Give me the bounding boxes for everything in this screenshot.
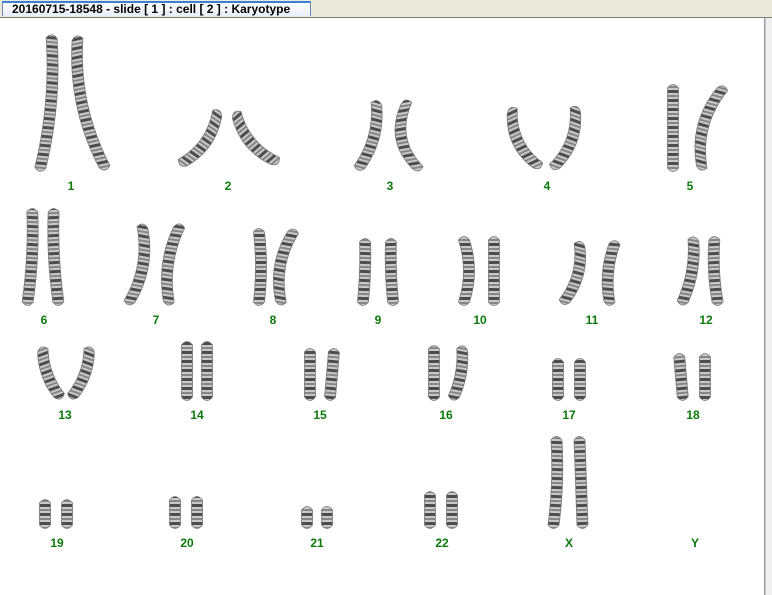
chromosome-12-a[interactable]	[676, 236, 704, 307]
chromosome-13-b[interactable]	[66, 345, 99, 402]
chromosome-8-a[interactable]	[253, 228, 267, 306]
chromosome-label-15: 15	[313, 408, 327, 422]
chromosome-17-a[interactable]	[552, 358, 564, 401]
chromosome-layer	[21, 34, 729, 529]
chromosome-label-7: 7	[152, 313, 160, 327]
chromosome-label-x: X	[564, 536, 573, 550]
chromosome-12-b[interactable]	[707, 236, 724, 306]
chromosome-17-b[interactable]	[574, 358, 586, 401]
chromosome-19-a[interactable]	[39, 499, 51, 529]
chromosome-4-a[interactable]	[499, 105, 545, 174]
chromosome-label-5: 5	[686, 179, 694, 193]
chromosome-7-b[interactable]	[157, 222, 186, 306]
karyotype-tab[interactable]: 20160715-18548 - slide [ 1 ] : cell [ 2 …	[2, 1, 311, 16]
chromosome-label-22: 22	[435, 536, 449, 550]
chromosome-21-b[interactable]	[321, 506, 333, 529]
chromosome-20-b[interactable]	[191, 496, 203, 529]
chromosome-label-12: 12	[699, 313, 713, 327]
chromosome-3-a[interactable]	[353, 99, 388, 173]
chromosome-16-b[interactable]	[447, 345, 471, 402]
chromosome-label-9: 9	[374, 313, 382, 327]
chromosome-label-18: 18	[686, 408, 700, 422]
chromosome-21-a[interactable]	[301, 506, 313, 529]
chromosome-15-a[interactable]	[304, 348, 316, 401]
chromosome-19-b[interactable]	[61, 499, 73, 529]
karyogram-canvas	[21, 34, 729, 529]
chromosome-16-a[interactable]	[428, 345, 440, 401]
chromosome-label-14: 14	[190, 408, 204, 422]
chromosome-label-13: 13	[58, 408, 72, 422]
chromosome-14-a[interactable]	[181, 341, 193, 401]
chromosome-1-b[interactable]	[63, 35, 111, 173]
chromosome-label-17: 17	[562, 408, 576, 422]
chromosome-label-16: 16	[439, 408, 453, 422]
vertical-scrollbar[interactable]	[765, 18, 772, 595]
chromosome-6-b[interactable]	[46, 208, 65, 306]
chromosome-22-b[interactable]	[446, 491, 458, 529]
chromosome-20-a[interactable]	[169, 496, 181, 529]
chromosome-18-a[interactable]	[673, 353, 689, 401]
chromosome-10-a[interactable]	[458, 236, 475, 306]
chromosome-9-b[interactable]	[384, 238, 399, 306]
chromosome-4-b[interactable]	[548, 105, 588, 174]
chromosome-14-b[interactable]	[201, 341, 213, 401]
chromosome-18-b[interactable]	[699, 353, 711, 401]
karyotype-panel: 1 2 3 4 5 6 7 8 9 10 11 12 13 14 15 16 17 18 19 20 21 22 X Y	[0, 18, 765, 595]
chromosome-7-a[interactable]	[123, 223, 155, 307]
chromosome-label-6: 6	[40, 313, 48, 327]
chromosome-label-4: 4	[543, 179, 551, 193]
chromosome-label-3: 3	[386, 179, 394, 193]
chromosome-11-a[interactable]	[558, 240, 591, 307]
chromosome-label-8: 8	[269, 313, 277, 327]
chromosome-label-20: 20	[180, 536, 194, 550]
chromosome-10-b[interactable]	[488, 236, 500, 306]
chromosome-label-19: 19	[50, 536, 64, 550]
chromosome-label-2: 2	[224, 179, 232, 193]
chromosome-3-b[interactable]	[389, 99, 424, 174]
chromosome-15-b[interactable]	[324, 348, 340, 401]
chromosome-label-21: 21	[310, 536, 324, 550]
chromosome-13-a[interactable]	[33, 345, 66, 402]
chromosome-label-10: 10	[473, 313, 487, 327]
chromosome-label-11: 11	[585, 313, 599, 327]
chromosome-6-a[interactable]	[21, 208, 40, 306]
chromosome-9-a[interactable]	[357, 238, 372, 306]
chromosome-2-b[interactable]	[225, 109, 282, 172]
chromosome-x-b[interactable]	[573, 436, 589, 529]
chromosome-label-y: Y	[690, 536, 699, 550]
chromosome-5-a[interactable]	[667, 84, 679, 172]
chromosome-x-a[interactable]	[547, 436, 564, 529]
chromosome-22-a[interactable]	[424, 491, 436, 529]
chromosome-1-a[interactable]	[34, 34, 63, 172]
chromosome-11-b[interactable]	[600, 240, 621, 306]
chromosome-label-1: 1	[67, 179, 75, 193]
chromosome-2-a[interactable]	[176, 107, 229, 172]
chromosome-8-b[interactable]	[268, 227, 299, 306]
chromosome-5-b[interactable]	[687, 82, 729, 171]
tab-bar: 20160715-18548 - slide [ 1 ] : cell [ 2 …	[0, 0, 772, 18]
